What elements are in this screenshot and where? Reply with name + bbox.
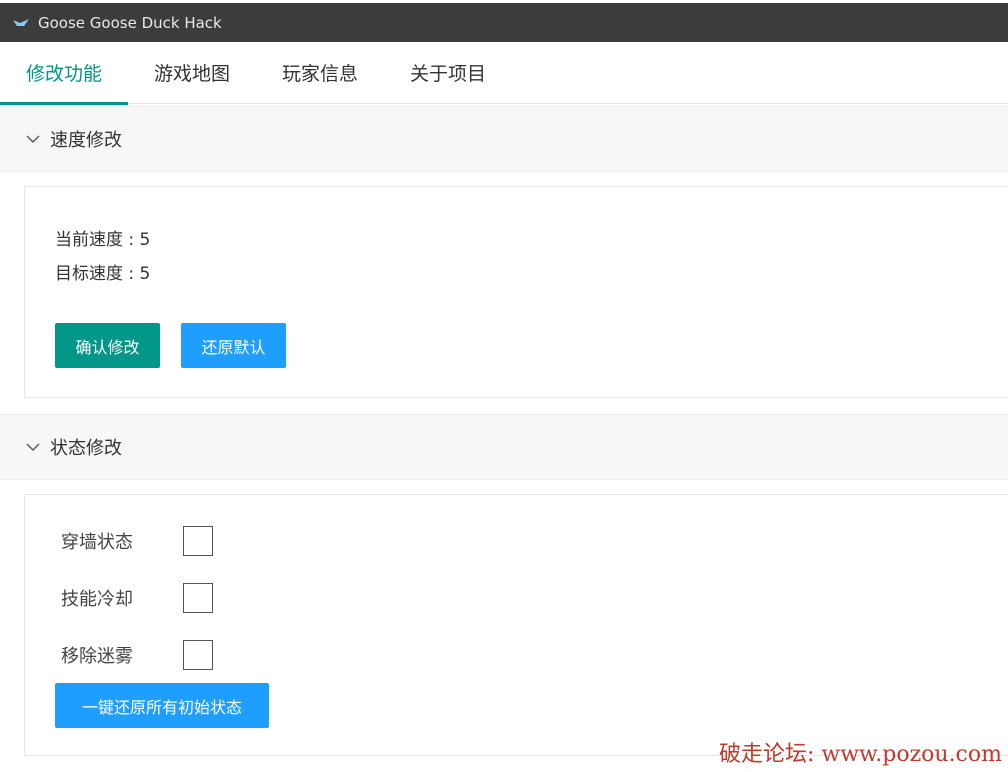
option-label-noclip: 穿墙状态 (61, 532, 133, 553)
option-row-noclip: 穿墙状态 (61, 526, 213, 556)
speed-section-title: 速度修改 (50, 130, 122, 151)
reset-all-status-button[interactable]: 一键还原所有初始状态 (55, 683, 269, 728)
tab-player-info[interactable]: 玩家信息 (256, 42, 384, 104)
option-row-cooldown: 技能冷却 (61, 583, 213, 613)
tab-modify[interactable]: 修改功能 (0, 42, 129, 105)
goose-app-icon (13, 18, 29, 26)
current-speed-text: 当前速度 : 5 (55, 230, 151, 250)
speed-section-header[interactable]: 速度修改 (0, 106, 1008, 172)
watermark-text: 破走论坛: www.pozou.com (718, 742, 1002, 767)
status-section-title: 状态修改 (50, 438, 122, 459)
chevron-down-icon (26, 135, 40, 143)
cooldown-checkbox[interactable] (183, 583, 213, 613)
window-titlebar: Goose Goose Duck Hack (0, 0, 1008, 42)
remove-fog-checkbox[interactable] (183, 640, 213, 670)
status-panel: 穿墙状态 技能冷却 移除迷雾 一键还原所有初始状态 (24, 494, 1008, 756)
speed-panel: 当前速度 : 5 目标速度 : 5 确认修改 还原默认 (24, 186, 1008, 398)
option-row-fog: 移除迷雾 (61, 640, 213, 670)
window-title: Goose Goose Duck Hack (38, 13, 222, 32)
noclip-checkbox[interactable] (183, 526, 213, 556)
tab-game-map[interactable]: 游戏地图 (128, 42, 256, 104)
confirm-modify-button[interactable]: 确认修改 (55, 323, 160, 368)
option-label-fog: 移除迷雾 (61, 646, 133, 667)
option-label-cooldown: 技能冷却 (61, 589, 133, 610)
restore-default-button[interactable]: 还原默认 (181, 323, 286, 368)
tab-about[interactable]: 关于项目 (384, 42, 512, 104)
chevron-down-icon (26, 443, 40, 451)
status-section-header[interactable]: 状态修改 (0, 414, 1008, 480)
target-speed-text: 目标速度 : 5 (55, 264, 151, 284)
main-tabs: 修改功能 游戏地图 玩家信息 关于项目 (0, 42, 1008, 105)
